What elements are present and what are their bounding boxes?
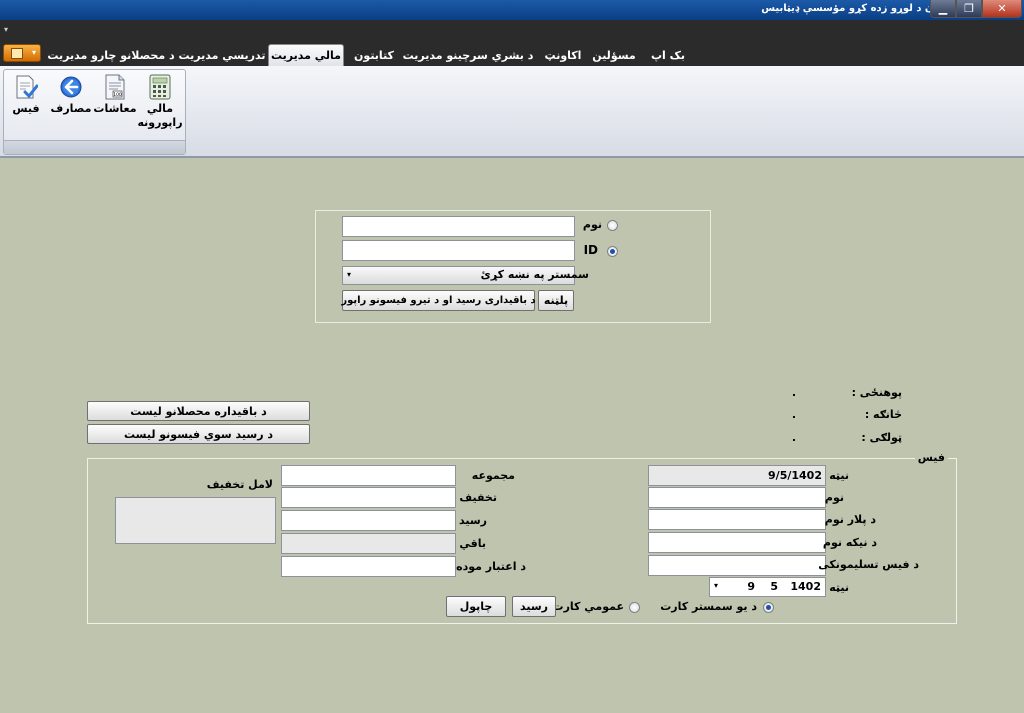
salaries-button[interactable]: 100 معاشات — [93, 74, 137, 116]
chevron-down-icon: ▾ — [347, 270, 352, 279]
semester-card-radio[interactable] — [763, 602, 774, 613]
grandfather-name-field[interactable] — [648, 532, 826, 553]
print-button[interactable]: چاپول — [446, 596, 506, 617]
date-picker-month[interactable]: 5 — [770, 580, 778, 593]
discount-reason-label: لامل تخفیف — [206, 478, 273, 491]
remaining-label: باقي — [459, 537, 486, 550]
discount-reason-textarea[interactable] — [115, 497, 276, 544]
back-arrow-icon — [58, 74, 84, 100]
semester-card-label: د یو سمستر کارت — [660, 600, 757, 613]
receipted-fees-list-button[interactable]: د رسید سوي فیسونو لیست — [87, 424, 310, 444]
fee-date-label: نیټه — [829, 469, 849, 482]
tab-teaching-management[interactable]: تدریسي مدیریت — [178, 44, 265, 66]
financial-reports-button[interactable]: مالي راپورونه — [137, 74, 183, 130]
app-logo-icon — [11, 48, 23, 59]
class-label: ټولګی : — [861, 431, 902, 444]
search-button[interactable]: پلټنه — [538, 290, 574, 311]
qat-dropdown-icon[interactable]: ▾ — [4, 25, 8, 34]
fee-label: فیس — [12, 102, 40, 115]
name-search-radio[interactable] — [607, 220, 618, 231]
faculty-value: . — [791, 386, 796, 399]
close-button[interactable]: ✕ — [982, 0, 1022, 18]
fee-date2-label: نیټه — [829, 581, 849, 594]
chevron-down-icon: ▾ — [31, 48, 36, 57]
name-search-label: نوم — [582, 218, 602, 231]
quick-access-toolbar: ▾ — [0, 20, 1024, 42]
remaining-field[interactable] — [281, 533, 456, 554]
receipt-button[interactable]: رسید — [512, 596, 556, 617]
calendar-dropdown-icon[interactable]: ▾ — [714, 581, 718, 590]
ribbon-panel: مالي راپورونه 100 معاشات مصارف فیس — [0, 66, 1024, 158]
receipt-label: رسید — [459, 514, 487, 527]
fee-name-field[interactable] — [648, 487, 826, 508]
fee-receiver-label: د فیس تسلیمونکی — [818, 558, 919, 571]
expenses-button[interactable]: مصارف — [50, 74, 92, 116]
tab-human-resources[interactable]: د بشري سرچینو مدیریت — [402, 44, 534, 66]
ribbon-group-finance: مالي راپورونه 100 معاشات مصارف فیس — [3, 69, 186, 155]
class-value: . — [791, 431, 796, 444]
calculator-icon — [147, 74, 173, 100]
fee-date-picker[interactable]: ▾ 9 5 1402 — [709, 577, 826, 597]
date-picker-day[interactable]: 9 — [747, 580, 755, 593]
validity-period-field[interactable] — [281, 556, 456, 577]
payroll-document-icon: 100 — [102, 74, 128, 100]
fee-button[interactable]: فیس — [6, 74, 46, 116]
tab-library[interactable]: کتابتون — [346, 44, 402, 66]
semester-select-label: سمستر په نښه کړئ — [480, 268, 589, 281]
father-name-field[interactable] — [648, 509, 826, 530]
tab-financial-management[interactable]: مالي مدیریت — [268, 44, 344, 66]
total-field[interactable] — [281, 465, 456, 486]
faculty-label: پوهنځی : — [851, 386, 902, 399]
fee-date-field[interactable] — [648, 465, 826, 486]
ribbon-tab-row: ▾ بک اپ مسؤلین اکاونټ د بشري سرچینو مدیر… — [0, 42, 1024, 66]
date-picker-year[interactable]: 1402 — [790, 580, 821, 593]
validity-period-label: د اعتبار موده — [456, 560, 526, 573]
id-search-radio[interactable] — [607, 246, 618, 257]
tab-officials[interactable]: مسؤلین — [586, 44, 642, 66]
general-card-label: عمومي کارت — [552, 600, 624, 613]
department-value: . — [791, 408, 796, 421]
fee-receiver-field[interactable] — [648, 555, 826, 576]
tab-backup[interactable]: بک اپ — [638, 44, 698, 66]
tab-student-affairs[interactable]: د محصلانو چارو مدیریت — [46, 44, 176, 66]
fee-name-label: نوم — [824, 491, 844, 504]
salaries-label: معاشات — [93, 102, 137, 115]
father-name-label: د پلار نوم — [824, 513, 876, 526]
title-bar: د شیرزي افغان د لوړو زده کړو مؤسسې ډیټاب… — [0, 0, 1024, 20]
application-menu-button[interactable]: ▾ — [3, 44, 41, 62]
general-card-radio[interactable] — [629, 602, 640, 613]
expenses-label: مصارف — [50, 102, 92, 115]
name-search-input[interactable] — [342, 216, 575, 237]
discount-label: تخفیف — [459, 491, 497, 504]
maximize-button[interactable]: ❐ — [956, 0, 982, 18]
fee-check-icon — [13, 74, 39, 100]
financial-reports-label: مالي راپورونه — [137, 102, 183, 129]
fee-groupbox-legend: فیس — [914, 451, 948, 464]
svg-text:100: 100 — [113, 92, 122, 98]
arrears-report-button[interactable]: د باقیداری رسید او د تیرو فیسونو راپور — [341, 290, 536, 311]
total-label: مجموعه — [471, 469, 515, 482]
id-search-input[interactable] — [342, 240, 575, 261]
receipt-field[interactable] — [281, 510, 456, 531]
discount-field[interactable] — [281, 487, 456, 508]
minimize-button[interactable]: ▁ — [930, 0, 956, 18]
department-label: څانګه : — [864, 408, 902, 421]
remaining-students-list-button[interactable]: د باقیداره محصلانو لیست — [87, 401, 310, 421]
ribbon-group-footer — [4, 140, 185, 154]
grandfather-name-label: د نیکه نوم — [822, 536, 877, 549]
tab-account[interactable]: اکاونټ — [536, 44, 590, 66]
id-search-label: ID — [583, 243, 598, 257]
